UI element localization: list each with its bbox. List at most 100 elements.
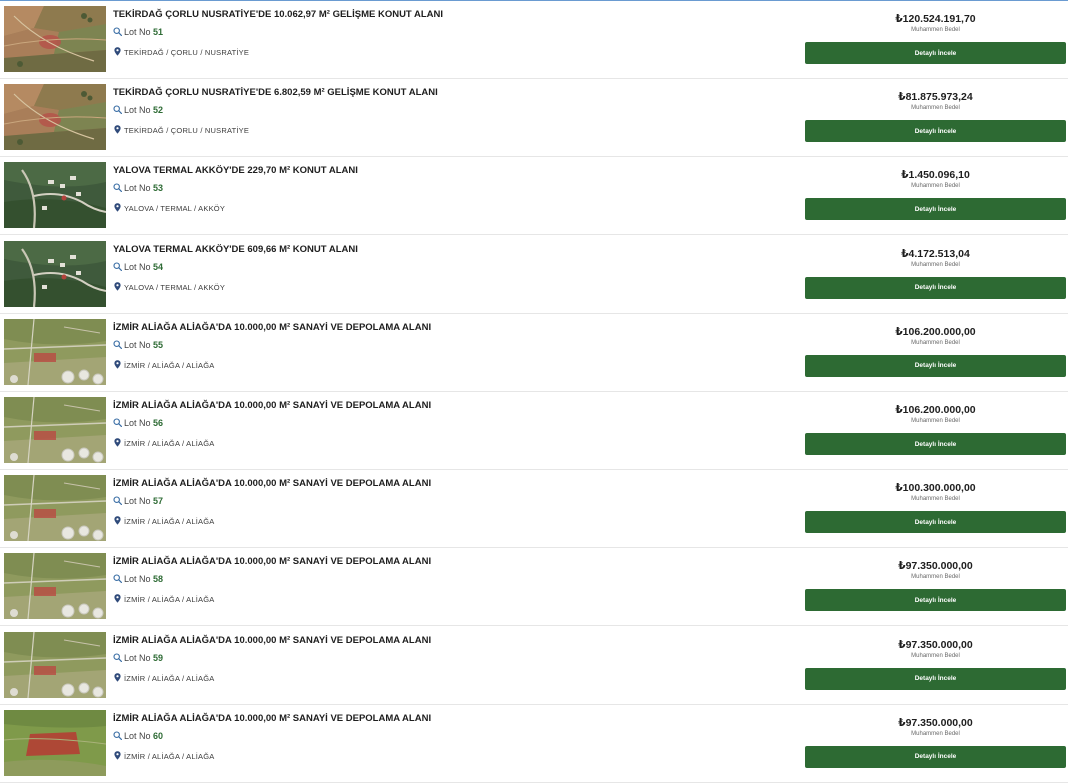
lot-info: Lot No 55: [113, 340, 163, 350]
location-info: İZMİR / ALİAĞA / ALİAĞA: [114, 516, 214, 526]
location-text: İZMİR / ALİAĞA / ALİAĞA: [124, 517, 215, 527]
location-info: YALOVA / TERMAL / AKKÖY: [114, 203, 225, 213]
location-text: YALOVA / TERMAL / AKKÖY: [124, 282, 226, 292]
lot-number: 57: [153, 496, 164, 507]
listing-row-lot-57: İZMİR ALİAĞA ALİAĞA'DA 10.000,00 M² SANA…: [0, 470, 1068, 549]
price-caption: Muhammen Bedel: [911, 496, 960, 503]
detail-button[interactable]: Detaylı İncele: [805, 433, 1066, 455]
location-info: İZMİR / ALİAĞA / ALİAĞA: [114, 672, 215, 683]
price-block: ₺97.350.000,00 Muhammen Bedel: [805, 639, 1066, 659]
lot-number: 51: [153, 27, 164, 37]
location-text: İZMİR / ALİAĞA / ALİAĞA: [124, 595, 215, 605]
listing-thumbnail[interactable]: [4, 475, 106, 542]
lot-label: Lot No: [124, 652, 151, 663]
map-pin-icon: [114, 594, 121, 604]
search-icon: [113, 653, 122, 662]
lot-info: Lot No 58: [113, 574, 163, 584]
search-icon: [113, 183, 122, 193]
price-caption: Muhammen Bedel: [911, 652, 960, 659]
listing-row-lot-56: İZMİR ALİAĞA ALİAĞA'DA 10.000,00 M² SANA…: [0, 392, 1068, 470]
listing-title[interactable]: YALOVA TERMAL AKKÖY'DE 609,66 M² KONUT A…: [113, 244, 358, 255]
search-icon: [113, 262, 122, 271]
lot-label: Lot No: [124, 496, 151, 507]
detail-button[interactable]: Detaylı İncele: [805, 667, 1066, 690]
listing-row-lot-53: YALOVA TERMAL AKKÖY'DE 229,70 M² KONUT A…: [0, 157, 1068, 236]
listing-thumbnail[interactable]: [4, 318, 106, 385]
detail-button[interactable]: Detaylı İncele: [805, 745, 1066, 768]
location-text: İZMİR / ALİAĞA / ALİAĞA: [124, 673, 215, 683]
price-block: ₺106.200.000,00 Muhammen Bedel: [805, 404, 1066, 424]
listing-title[interactable]: İZMİR ALİAĞA ALİAĞA'DA 10.000,00 M² SANA…: [113, 400, 431, 411]
location-info: TEKİRDAĞ / ÇORLU / NUSRATİYE: [114, 47, 249, 57]
listing-title[interactable]: YALOVA TERMAL AKKÖY'DE 229,70 M² KONUT A…: [113, 165, 358, 176]
location-info: İZMİR / ALİAĞA / ALİAĞA: [114, 438, 214, 448]
location-info: İZMİR / ALİAĞA / ALİAĞA: [114, 360, 214, 370]
price-block: ₺100.300.000,00 Muhammen Bedel: [805, 482, 1066, 502]
listing-title[interactable]: İZMİR ALİAĞA ALİAĞA'DA 10.000,00 M² SANA…: [113, 635, 431, 646]
map-pin-icon: [114, 125, 121, 134]
location-text: YALOVA / TERMAL / AKKÖY: [124, 204, 226, 214]
listing-thumbnail[interactable]: [4, 162, 106, 229]
location-text: TEKİRDAĞ / ÇORLU / NUSRATİYE: [124, 126, 250, 136]
price-caption: Muhammen Bedel: [911, 339, 960, 346]
listing-title[interactable]: TEKİRDAĞ ÇORLU NUSRATİYE'DE 6.802,59 M² …: [113, 87, 438, 98]
price-value: ₺97.350.000,00: [898, 716, 973, 729]
lot-number: 55: [153, 339, 164, 350]
location-text: TEKİRDAĞ / ÇORLU / NUSRATİYE: [124, 48, 250, 57]
map-pin-icon: [114, 516, 121, 525]
price-value: ₺120.524.191,70: [895, 13, 976, 25]
lot-info: Lot No 56: [113, 418, 163, 428]
search-icon: [113, 496, 122, 506]
location-text: İZMİR / ALİAĞA / ALİAĞA: [124, 751, 215, 761]
price-block: ₺120.524.191,70 Muhammen Bedel: [805, 13, 1066, 33]
lot-number: 53: [153, 183, 164, 194]
lot-info: Lot No 57: [113, 496, 163, 506]
listing-title[interactable]: İZMİR ALİAĞA ALİAĞA'DA 10.000,00 M² SANA…: [113, 478, 431, 489]
search-icon: [113, 27, 122, 36]
listing-row-lot-54: YALOVA TERMAL AKKÖY'DE 609,66 M² KONUT A…: [0, 236, 1068, 314]
lot-label: Lot No: [124, 418, 151, 428]
listing-thumbnail[interactable]: [4, 84, 106, 151]
search-icon: [113, 731, 122, 740]
detail-button[interactable]: Detaylı İncele: [805, 198, 1066, 221]
listing-thumbnail[interactable]: [4, 553, 106, 620]
price-block: ₺81.875.973,24 Muhammen Bedel: [805, 91, 1066, 111]
listing-thumbnail[interactable]: [4, 709, 106, 776]
lot-info: Lot No 53: [113, 183, 163, 193]
price-value: ₺81.875.973,24: [898, 91, 973, 104]
listing-thumbnail[interactable]: [4, 240, 106, 307]
price-block: ₺97.350.000,00 Muhammen Bedel: [805, 717, 1066, 737]
price-value: ₺97.350.000,00: [898, 560, 973, 573]
lot-label: Lot No: [124, 339, 151, 350]
price-block: ₺1.450.096,10 Muhammen Bedel: [805, 169, 1066, 189]
listing-thumbnail[interactable]: [4, 397, 106, 463]
lot-label: Lot No: [124, 27, 151, 37]
detail-button[interactable]: Detaylı İncele: [805, 120, 1066, 143]
listing-thumbnail[interactable]: [4, 631, 106, 698]
listing-row-lot-51: TEKİRDAĞ ÇORLU NUSRATİYE'DE 10.062,97 M²…: [0, 1, 1068, 79]
price-value: ₺100.300.000,00: [895, 482, 976, 495]
detail-button[interactable]: Detaylı İncele: [805, 511, 1066, 534]
price-value: ₺106.200.000,00: [895, 325, 976, 338]
price-value: ₺106.200.000,00: [895, 404, 976, 416]
price-value: ₺4.172.513,04: [901, 247, 970, 260]
lot-info: Lot No 59: [113, 653, 163, 663]
lot-info: Lot No 54: [113, 262, 163, 272]
lot-info: Lot No 51: [113, 27, 163, 37]
listing-title[interactable]: İZMİR ALİAĞA ALİAĞA'DA 10.000,00 M² SANA…: [113, 322, 431, 333]
location-info: TEKİRDAĞ / ÇORLU / NUSRATİYE: [114, 125, 249, 135]
detail-button[interactable]: Detaylı İncele: [805, 589, 1066, 612]
listing-title[interactable]: İZMİR ALİAĞA ALİAĞA'DA 10.000,00 M² SANA…: [113, 713, 431, 724]
detail-button[interactable]: Detaylı İncele: [805, 354, 1066, 377]
price-caption: Muhammen Bedel: [911, 418, 960, 424]
detail-button[interactable]: Detaylı İncele: [805, 276, 1066, 299]
location-text: İZMİR / ALİAĞA / ALİAĞA: [124, 439, 215, 448]
detail-button[interactable]: Detaylı İncele: [805, 42, 1066, 64]
listing-thumbnail[interactable]: [4, 6, 106, 72]
lot-label: Lot No: [124, 105, 151, 116]
price-caption: Muhammen Bedel: [911, 183, 960, 190]
price-block: ₺4.172.513,04 Muhammen Bedel: [805, 248, 1066, 268]
location-text: İZMİR / ALİAĞA / ALİAĞA: [124, 360, 215, 370]
listing-title[interactable]: TEKİRDAĞ ÇORLU NUSRATİYE'DE 10.062,97 M²…: [113, 9, 443, 20]
listing-title[interactable]: İZMİR ALİAĞA ALİAĞA'DA 10.000,00 M² SANA…: [113, 556, 431, 567]
